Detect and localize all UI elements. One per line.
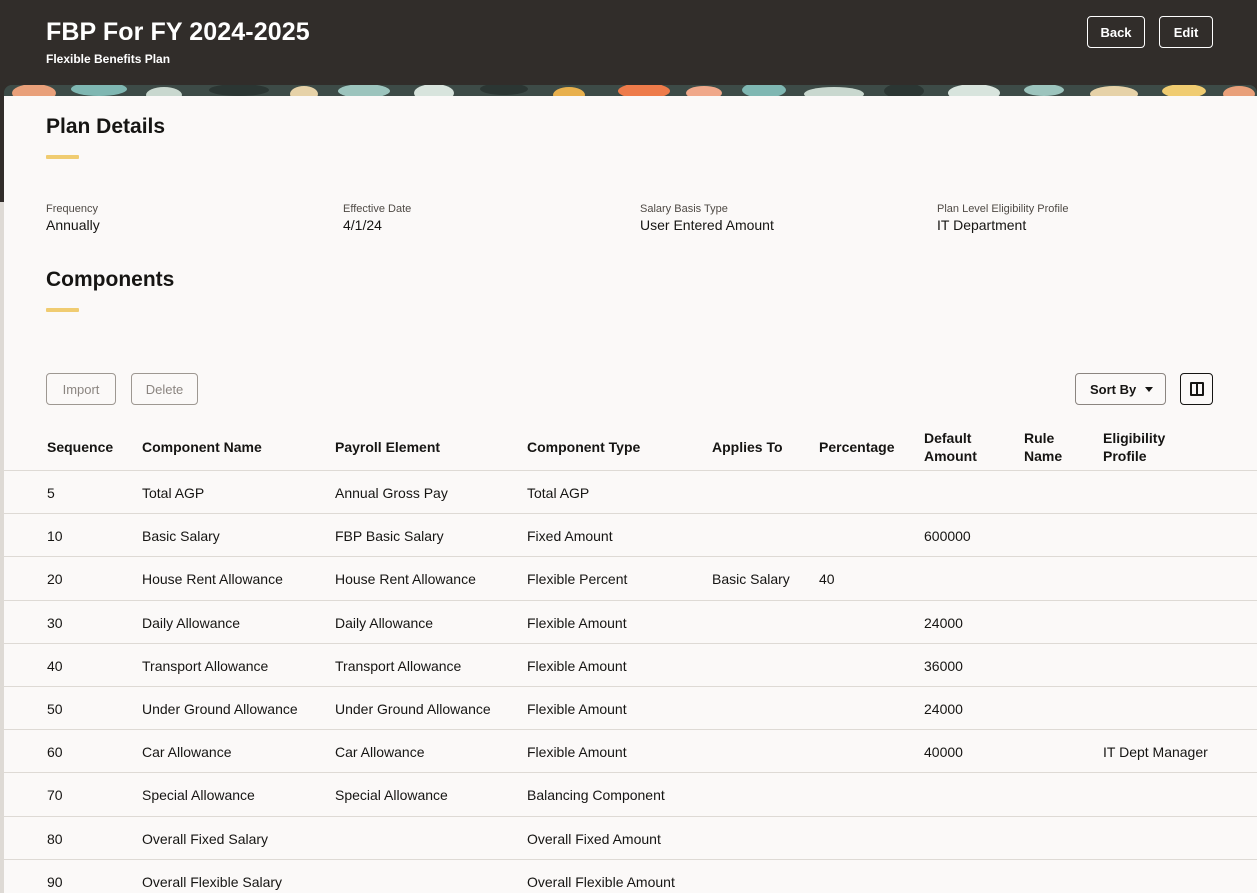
column-header-percentage[interactable]: Percentage — [819, 438, 894, 456]
cell-def: 36000 — [924, 657, 963, 674]
page-title: FBP For FY 2024-2025 — [46, 18, 310, 46]
column-header-applies-to[interactable]: Applies To — [712, 438, 783, 456]
cell-def: 24000 — [924, 614, 963, 631]
cell-pay: Special Allowance — [335, 787, 448, 804]
edit-button[interactable]: Edit — [1159, 16, 1213, 48]
cell-name: Transport Allowance — [142, 657, 269, 674]
cell-type: Flexible Amount — [527, 614, 627, 631]
cell-seq: 10 — [47, 528, 63, 545]
cell-name: Basic Salary — [142, 528, 220, 545]
column-header-eligibility-profile[interactable]: Eligibility Profile — [1103, 429, 1173, 465]
table-row[interactable]: 50 Under Ground Allowance Under Ground All… — [4, 687, 1257, 731]
components-heading: Components — [46, 268, 175, 291]
cell-name: Total AGP — [142, 485, 205, 501]
cell-seq: 60 — [47, 744, 63, 761]
cell-pay: House Rent Allowance — [335, 571, 476, 588]
salary-basis-type-label: Salary Basis Type — [640, 203, 728, 215]
effective-date-label: Effective Date — [343, 203, 412, 215]
cell-seq: 90 — [47, 873, 63, 890]
cell-seq: 80 — [47, 830, 63, 847]
table-row[interactable]: 60 Car Allowance Car Allowance Flexible Amo… — [4, 730, 1257, 774]
sort-by-button[interactable]: Sort By — [1075, 373, 1166, 405]
cell-type: Total AGP — [527, 485, 590, 501]
cell-type: Flexible Amount — [527, 744, 627, 761]
cell-seq: 70 — [47, 787, 63, 804]
cell-name: Overall Flexible Salary — [142, 873, 283, 890]
cell-app: Basic Salary — [712, 571, 790, 588]
cell-type: Overall Fixed Amount — [527, 830, 661, 847]
cell-pct: 40 — [819, 571, 835, 588]
cell-def: 24000 — [924, 700, 963, 717]
cell-seq: 5 — [47, 485, 55, 501]
cell-name: Special Allowance — [142, 787, 255, 804]
table-row[interactable]: 10 Basic Salary FBP Basic Salary Fixed Amou… — [4, 514, 1257, 558]
effective-date-value: 4/1/24 — [343, 217, 382, 233]
cell-def: 40000 — [924, 744, 963, 761]
cell-name: Daily Allowance — [142, 614, 241, 631]
cell-pay: Annual Gross Pay — [335, 485, 448, 501]
cell-elig: IT Dept Manager — [1103, 744, 1208, 761]
plan-details-underline — [46, 155, 79, 159]
table-row[interactable]: 20 House Rent Allowance House Rent Allowan… — [4, 557, 1257, 601]
cell-seq: 40 — [47, 657, 63, 674]
page-subtitle: Flexible Benefits Plan — [46, 52, 171, 66]
table-row[interactable]: 40 Transport Allowance Transport Allowance… — [4, 644, 1257, 687]
table-header: Sequence Component Name Payroll Element … — [4, 418, 1257, 471]
content-panel: Plan Details Frequency Annually Effectiv… — [4, 96, 1257, 893]
cell-seq: 50 — [47, 700, 63, 717]
cell-type: Fixed Amount — [527, 528, 613, 545]
cell-type: Balancing Component — [527, 787, 665, 804]
cell-def: 600000 — [924, 528, 971, 545]
column-header-default-amount[interactable]: Default Amount — [924, 429, 994, 465]
plan-details-heading: Plan Details — [46, 115, 166, 138]
frequency-label: Frequency — [46, 203, 98, 215]
column-header-component-name[interactable]: Component Name — [142, 438, 262, 456]
table-row[interactable]: 30 Daily Allowance Daily Allowance Flexible… — [4, 601, 1257, 644]
back-button[interactable]: Back — [1087, 16, 1145, 48]
components-underline — [46, 308, 79, 312]
cell-name: Overall Fixed Salary — [142, 830, 269, 847]
eligibility-profile-value: IT Department — [937, 217, 1027, 233]
table-row[interactable]: 5 Total AGP Annual Gross Pay Total AGP — [4, 471, 1257, 515]
cell-name: Car Allowance — [142, 744, 232, 761]
sort-by-label: Sort By — [1090, 381, 1137, 397]
cell-pay: Car Allowance — [335, 744, 425, 761]
cell-pay: Under Ground Allowance — [335, 700, 491, 717]
delete-button[interactable]: Delete — [131, 373, 198, 405]
eligibility-profile-label: Plan Level Eligibility Profile — [937, 203, 1069, 215]
column-header-rule-name[interactable]: Rule Name — [1024, 429, 1079, 465]
cell-name: Under Ground Allowance — [142, 700, 298, 717]
import-button[interactable]: Import — [46, 373, 116, 405]
salary-basis-type-value: User Entered Amount — [640, 217, 774, 233]
cell-type: Overall Flexible Amount — [527, 873, 675, 890]
cell-name: House Rent Allowance — [142, 571, 283, 588]
cell-seq: 30 — [47, 614, 63, 631]
cell-type: Flexible Percent — [527, 571, 628, 588]
table-row[interactable]: 80 Overall Fixed Salary Overall Fixed Amou… — [4, 817, 1257, 860]
columns-button[interactable] — [1180, 373, 1213, 405]
table-row[interactable]: 90 Overall Flexible Salary Overall Flexibl… — [4, 860, 1257, 893]
chevron-down-icon — [1145, 387, 1153, 392]
frequency-value: Annually — [46, 217, 100, 233]
cell-type: Flexible Amount — [527, 700, 627, 717]
cell-seq: 20 — [47, 571, 63, 588]
cell-pay: Daily Allowance — [335, 614, 434, 631]
components-table: Sequence Component Name Payroll Element … — [4, 418, 1257, 893]
column-header-sequence[interactable]: Sequence — [47, 438, 113, 456]
columns-icon — [1190, 382, 1204, 396]
column-header-component-type[interactable]: Component Type — [527, 438, 640, 456]
table-body: 5 Total AGP Annual Gross Pay Total AGP 10 Bas… — [4, 471, 1257, 893]
column-header-payroll-element[interactable]: Payroll Element — [335, 438, 440, 456]
cell-pay: FBP Basic Salary — [335, 528, 444, 545]
cell-type: Flexible Amount — [527, 657, 627, 674]
page: FBP For FY 2024-2025 Flexible Benefits P… — [0, 0, 1257, 893]
table-row[interactable]: 70 Special Allowance Special Allowance Bala… — [4, 773, 1257, 817]
cell-pay: Transport Allowance — [335, 657, 462, 674]
